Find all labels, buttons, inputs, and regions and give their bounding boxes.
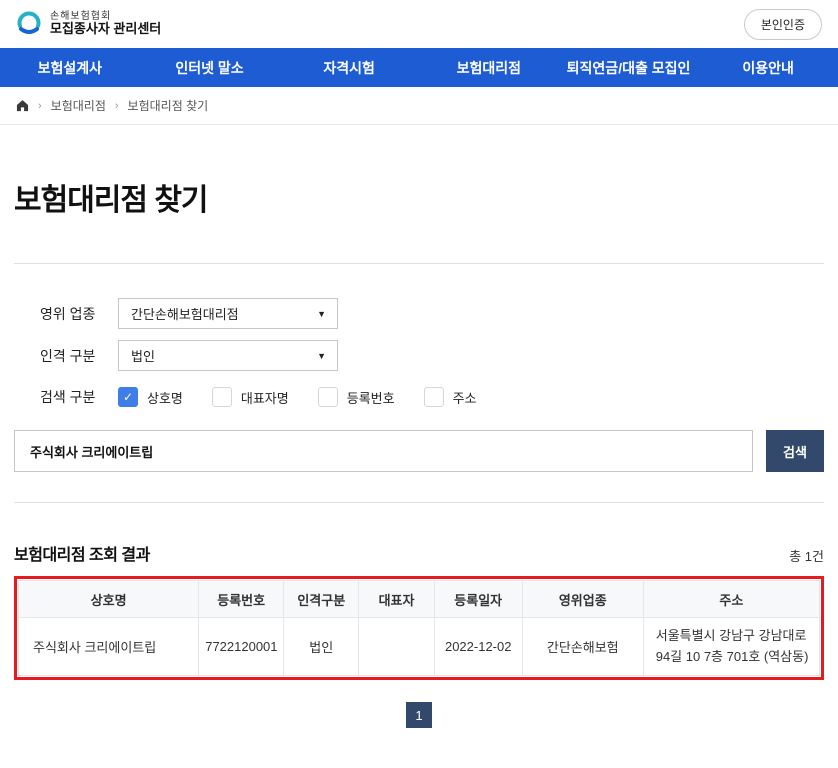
page-button-1[interactable]: 1 [406, 702, 432, 728]
checkbox-unchecked-icon [424, 387, 444, 407]
checkbox-address[interactable]: 주소 [424, 387, 477, 407]
breadcrumb: › 보험대리점 › 보험대리점 찾기 [0, 87, 838, 125]
column-header-business-type: 영위업종 [522, 581, 643, 618]
chevron-down-icon: ▼ [317, 309, 326, 319]
cell-entity-type: 법인 [284, 618, 359, 676]
results-table: 상호명 등록번호 인격구분 대표자 등록일자 영위업종 주소 주식회사 크리에이… [18, 580, 820, 676]
main-nav: 보험설계사 인터넷 말소 자격시험 보험대리점 퇴직연금/대출 모집인 이용안내 [0, 48, 838, 87]
checkbox-checked-icon: ✓ [118, 387, 138, 407]
logo[interactable]: 손해보험협회 모집종사자 관리센터 [16, 11, 161, 37]
checkbox-unchecked-icon [212, 387, 232, 407]
search-button[interactable]: 검색 [766, 430, 824, 472]
search-input[interactable] [14, 430, 753, 472]
main-content: 보험대리점 찾기 영위 업종 간단손해보험대리점 ▼ 인격 구분 법인 ▼ 검색… [0, 175, 838, 768]
table-header-row: 상호명 등록번호 인격구분 대표자 등록일자 영위업종 주소 [19, 581, 820, 618]
checkbox-registration-number[interactable]: 등록번호 [318, 387, 395, 407]
checkbox-label: 대표자명 [241, 388, 289, 407]
results-section: 보험대리점 조회 결과 총 1건 상호명 등록번호 인격구분 대표자 등록일자 … [14, 541, 824, 728]
checkbox-label: 주소 [453, 388, 477, 407]
results-header: 보험대리점 조회 결과 총 1건 [14, 541, 824, 565]
nav-item-qualification-exam[interactable]: 자격시험 [279, 48, 419, 87]
search-type-label: 검색 구분 [14, 387, 118, 407]
entity-type-row: 인격 구분 법인 ▼ [14, 340, 824, 371]
cell-address: 서울특별시 강남구 강남대로94길 10 7층 701호 (역삼동) [643, 618, 819, 676]
business-type-selected-value: 간단손해보험대리점 [131, 304, 239, 323]
checkbox-label: 상호명 [147, 388, 183, 407]
cell-company-name: 주식회사 크리에이트립 [19, 618, 199, 676]
results-count-prefix: 총 [789, 549, 805, 564]
logo-text: 손해보험협회 모집종사자 관리센터 [50, 11, 161, 37]
pagination: 1 [14, 702, 824, 728]
logo-site-name: 모집종사자 관리센터 [50, 22, 161, 37]
cell-representative [359, 618, 434, 676]
checkbox-unchecked-icon [318, 387, 338, 407]
page-title: 보험대리점 찾기 [14, 175, 824, 219]
nav-item-pension-loan-recruiter[interactable]: 퇴직연금/대출 모집인 [559, 48, 699, 87]
chevron-down-icon: ▼ [317, 351, 326, 361]
search-input-row: 검색 [14, 430, 824, 472]
column-header-entity-type: 인격구분 [284, 581, 359, 618]
results-count-suffix: 건 [812, 549, 824, 564]
cell-business-type: 간단손해보험 [522, 618, 643, 676]
nav-item-insurance-agency[interactable]: 보험대리점 [419, 48, 559, 87]
column-header-registration-date: 등록일자 [434, 581, 522, 618]
association-logo-icon [16, 11, 42, 37]
cell-registration-date: 2022-12-02 [434, 618, 522, 676]
results-count: 총 1건 [789, 546, 824, 565]
search-type-options: ✓ 상호명 대표자명 등록번호 주소 [118, 387, 506, 407]
cell-registration-number: 7722120001 [199, 618, 284, 676]
column-header-company-name: 상호명 [19, 581, 199, 618]
search-type-row: 검색 구분 ✓ 상호명 대표자명 등록번호 주소 [14, 387, 824, 407]
business-type-select[interactable]: 간단손해보험대리점 ▼ [118, 298, 338, 329]
column-header-address: 주소 [643, 581, 819, 618]
home-icon[interactable] [16, 99, 29, 112]
business-type-label: 영위 업종 [14, 304, 118, 324]
breadcrumb-separator: › [115, 100, 119, 112]
results-count-value: 1 [805, 549, 812, 564]
entity-type-selected-value: 법인 [131, 346, 155, 365]
column-header-representative: 대표자 [359, 581, 434, 618]
table-row: 주식회사 크리에이트립 7722120001 법인 2022-12-02 간단손… [19, 618, 820, 676]
nav-item-insurance-planner[interactable]: 보험설계사 [0, 48, 140, 87]
search-form: 영위 업종 간단손해보험대리점 ▼ 인격 구분 법인 ▼ 검색 구분 ✓ 상호명 [14, 263, 824, 503]
breadcrumb-separator: › [38, 100, 42, 112]
nav-item-internet-cancellation[interactable]: 인터넷 말소 [140, 48, 280, 87]
nav-item-usage-guide[interactable]: 이용안내 [698, 48, 838, 87]
results-title: 보험대리점 조회 결과 [14, 541, 150, 565]
result-table-red-highlight: 상호명 등록번호 인격구분 대표자 등록일자 영위업종 주소 주식회사 크리에이… [14, 576, 824, 680]
top-header: 손해보험협회 모집종사자 관리센터 본인인증 [0, 0, 838, 48]
checkbox-representative-name[interactable]: 대표자명 [212, 387, 289, 407]
column-header-registration-number: 등록번호 [199, 581, 284, 618]
identity-verification-button[interactable]: 본인인증 [744, 9, 822, 40]
checkbox-company-name[interactable]: ✓ 상호명 [118, 387, 183, 407]
business-type-row: 영위 업종 간단손해보험대리점 ▼ [14, 298, 824, 329]
breadcrumb-find-agency[interactable]: 보험대리점 찾기 [128, 97, 209, 114]
entity-type-select[interactable]: 법인 ▼ [118, 340, 338, 371]
entity-type-label: 인격 구분 [14, 346, 118, 366]
checkbox-label: 등록번호 [347, 388, 395, 407]
breadcrumb-insurance-agency[interactable]: 보험대리점 [51, 97, 106, 114]
